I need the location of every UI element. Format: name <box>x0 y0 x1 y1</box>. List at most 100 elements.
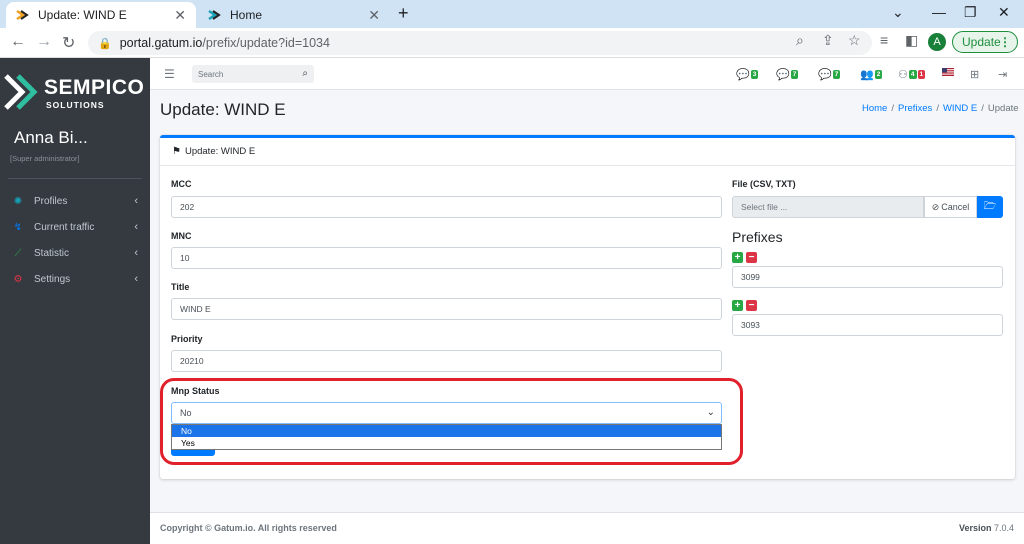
profiles-gear-icon: ✺ <box>13 195 23 207</box>
share-icon[interactable]: ⇪ <box>822 32 834 49</box>
navbar-search-input[interactable]: Search ⌕ <box>192 65 314 83</box>
notification-badge: 7 <box>790 70 799 79</box>
remove-prefix-button[interactable]: − <box>746 252 757 263</box>
close-tab-icon[interactable]: ✕ <box>368 7 380 24</box>
breadcrumb-current: Update <box>987 103 1019 114</box>
breadcrumb-prefixes[interactable]: Prefixes <box>898 103 932 114</box>
breadcrumb-wind-e[interactable]: WIND E <box>943 103 977 114</box>
address-bar: ← → ↻ 🔒 portal.gatum.io/prefix/update?id… <box>0 28 1024 58</box>
browser-update-button[interactable]: Update ⋮ <box>952 31 1018 53</box>
brand-logo[interactable]: SEMPICO SOLUTIONS <box>4 70 150 118</box>
footer: Copyright © Gatum.io. All rights reserve… <box>150 512 1024 544</box>
back-icon[interactable]: ← <box>10 33 26 51</box>
zoom-icon[interactable]: ⌕ <box>796 32 804 49</box>
cogs-icon: ⚙ <box>13 273 23 285</box>
title-input[interactable]: WIND E <box>171 298 722 320</box>
chart-line-icon: ⟋ <box>14 247 22 259</box>
user-name[interactable]: Anna Bi... <box>14 128 88 148</box>
messages-icon[interactable]: 💬 7 <box>776 68 799 81</box>
url-input[interactable]: 🔒 portal.gatum.io/prefix/update?id=1034 <box>88 31 872 55</box>
file-input[interactable]: Select file ... <box>732 196 924 218</box>
search-icon[interactable]: ⌕ <box>302 68 308 79</box>
version-text: Version 7.0.4 <box>959 523 1014 533</box>
version-number: 7.0.4 <box>993 523 1014 533</box>
profile-avatar[interactable]: A <box>928 33 946 51</box>
users-icon[interactable]: 👥 2 <box>860 68 883 81</box>
file-label: File (CSV, TXT) <box>732 179 796 189</box>
breadcrumb-separator: / <box>936 103 939 114</box>
annotation-highlight <box>160 378 743 465</box>
remove-prefix-button[interactable]: − <box>746 300 757 311</box>
cancel-circle-icon: ⊘ <box>931 201 940 212</box>
browser-tab-update[interactable]: Update: WIND E ✕ <box>6 2 196 28</box>
copyright-text: Copyright © Gatum.io. All rights reserve… <box>160 523 337 533</box>
url-path: /prefix/update?id=1034 <box>202 36 330 50</box>
notification-badge: 4 <box>908 70 917 79</box>
notification-badge: 2 <box>874 70 883 79</box>
sidebar-item-label: Profiles <box>34 195 68 207</box>
traffic-icon: ↯ <box>13 221 23 233</box>
mcc-label: MCC <box>171 179 192 189</box>
minimize-icon[interactable]: — <box>932 4 946 20</box>
prefix-input[interactable]: 3099 <box>732 266 1003 288</box>
breadcrumb-separator: / <box>891 103 894 114</box>
lock-icon: 🔒 <box>98 37 112 50</box>
sidebar-item-label: Settings <box>34 273 71 285</box>
sidebar-item-current-traffic[interactable]: ↯ Current traffic ‹ <box>10 216 142 238</box>
sidebar-item-statistic[interactable]: ⟋ Statistic ‹ <box>10 242 142 264</box>
new-tab-button[interactable]: + <box>398 3 409 24</box>
add-prefix-button[interactable]: + <box>732 300 743 311</box>
prefix-input[interactable]: 3093 <box>732 314 1003 336</box>
tab-search-chevron-icon[interactable]: ⌄ <box>892 4 904 21</box>
logo-name: SEMPICO <box>44 76 145 99</box>
breadcrumb: Home / Prefixes / WIND E / Update <box>862 103 1019 114</box>
logout-icon[interactable]: ⇥ <box>998 68 1007 81</box>
sidebar-item-profiles[interactable]: ✺ Profiles ‹ <box>10 190 142 212</box>
side-panel-icon[interactable]: ◧ <box>905 32 918 49</box>
version-label: Version <box>958 523 992 533</box>
forward-icon[interactable]: → <box>36 33 52 51</box>
browser-tab-home[interactable]: Home ✕ <box>198 2 390 28</box>
breadcrumb-home[interactable]: Home <box>862 103 887 114</box>
breadcrumb-separator: / <box>981 103 984 114</box>
file-cancel-button[interactable]: ⊘ Cancel <box>924 196 977 218</box>
chevron-left-icon: ‹ <box>134 247 138 259</box>
tab-title: Update: WIND E <box>38 8 127 22</box>
add-prefix-button[interactable]: + <box>732 252 743 263</box>
notification-badge: 7 <box>832 70 841 79</box>
mcc-input[interactable]: 202 <box>171 196 722 218</box>
alerts-icon[interactable]: 💬 7 <box>818 68 841 81</box>
folder-open-icon: 🗁 <box>983 200 997 212</box>
card-header: ⚑ Update: WIND E <box>160 138 1015 166</box>
user-role: [Super administrator] <box>10 154 80 163</box>
sidebar-item-label: Statistic <box>34 247 70 259</box>
chevron-left-icon: ‹ <box>134 195 138 207</box>
restore-icon[interactable]: ❐ <box>964 4 977 21</box>
reload-icon[interactable]: ↻ <box>62 33 75 53</box>
hamburger-menu-icon[interactable]: ☰ <box>164 67 175 81</box>
browser-tab-bar: Update: WIND E ✕ Home ✕ + ⌄ — ❐ ✕ <box>0 0 1024 28</box>
bookmark-star-icon[interactable]: ☆ <box>848 32 861 49</box>
title-label: Title <box>171 282 190 292</box>
priority-input[interactable]: 20210 <box>171 350 722 372</box>
us-flag-icon[interactable] <box>942 68 954 76</box>
logo-subtitle: SOLUTIONS <box>46 100 105 110</box>
sempico-logo-icon <box>4 74 38 110</box>
file-browse-button[interactable]: 🗁 <box>977 196 1003 218</box>
sidebar: SEMPICO SOLUTIONS Anna Bi... [Super admi… <box>0 58 150 544</box>
mnc-input[interactable]: 10 <box>171 247 722 269</box>
sidebar-item-settings[interactable]: ⚙ Settings ‹ <box>10 268 142 290</box>
kebab-menu-icon[interactable]: ⋮ <box>999 35 1011 49</box>
grid-icon[interactable]: ⊞ <box>970 68 979 81</box>
chat-notifications-icon[interactable]: 💬 3 <box>736 68 759 81</box>
tasks-icon[interactable]: ⚇ 4 1 <box>898 68 926 81</box>
page-title: Update: WIND E <box>160 100 286 119</box>
media-queue-icon[interactable]: ≡ <box>880 32 888 48</box>
close-window-icon[interactable]: ✕ <box>998 4 1010 21</box>
search-placeholder: Search <box>198 69 224 79</box>
file-upload: Select file ... ⊘ Cancel 🗁 <box>732 196 1003 218</box>
close-tab-icon[interactable]: ✕ <box>174 7 186 24</box>
sempico-favicon-icon <box>208 9 221 21</box>
top-navbar: ☰ Search ⌕ 💬 3 💬 7 💬 7 👥 2 ⚇ 4 1 ⊞ ⇥ <box>150 58 1024 90</box>
sidebar-divider <box>8 178 142 179</box>
